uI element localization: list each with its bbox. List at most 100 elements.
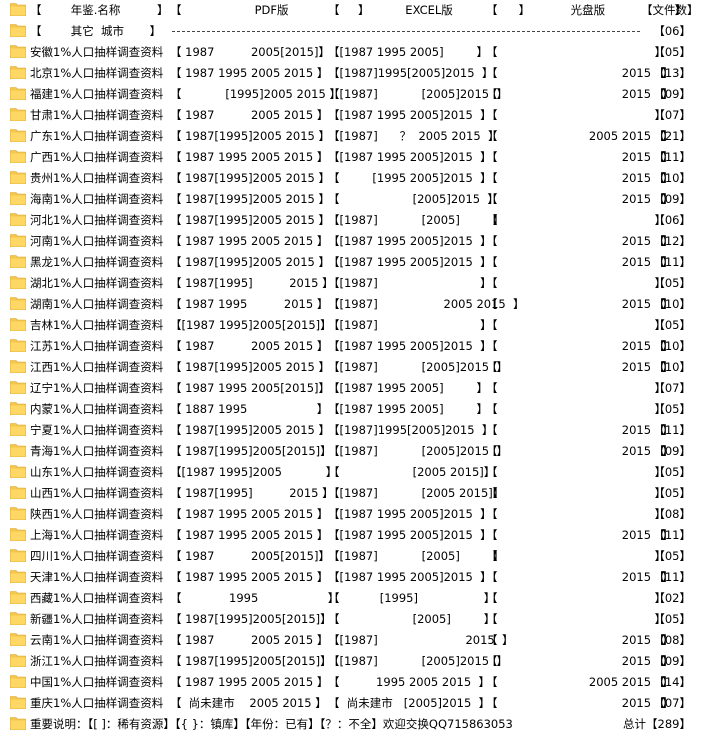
item-pdf: 【 1995 】 xyxy=(170,591,340,605)
list-item[interactable]: 广西1%人口抽样调查资料【 1987 1995 2005 2015 】【[198… xyxy=(0,147,704,168)
list-item[interactable]: 海南1%人口抽样调查资料【 1987[1995]2005 2015 】【 [20… xyxy=(0,189,704,210)
list-item[interactable]: 四川1%人口抽样调查资料【 1987 2005[2015]】 【[1987] [2… xyxy=(0,546,704,567)
item-excel: 【 [2005]2015 】 xyxy=(328,192,499,206)
item-excel: 【[1987] [2005]2015 】 xyxy=(328,87,508,101)
other-cities-label: 【 其它 城市 】 xyxy=(30,24,162,38)
item-count: 【08】 xyxy=(653,507,691,521)
list-item[interactable]: 上海1%人口抽样调查资料【 1987 1995 2005 2015 】【[198… xyxy=(0,525,704,546)
item-pdf: 【 1987 2005[2015]】 xyxy=(170,549,330,563)
item-name: 上海1%人口抽样调查资料 xyxy=(30,528,164,542)
list-item[interactable]: 湖北1%人口抽样调查资料【 1987[1995] 2015 】【[1987] 】… xyxy=(0,273,704,294)
item-pdf: 【 1987 2005[2015]】 xyxy=(170,45,330,59)
item-name: 西藏1%人口抽样调查资料 xyxy=(30,591,164,605)
item-name: 山东1%人口抽样调查资料 xyxy=(30,465,164,479)
folder-icon xyxy=(10,675,26,688)
list-item[interactable]: 北京1%人口抽样调查资料【 1987 1995 2005 2015 】【[198… xyxy=(0,63,704,84)
item-name: 黑龙1%人口抽样调查资料 xyxy=(30,255,164,269)
item-count: 【11】 xyxy=(653,570,691,584)
list-item[interactable]: 贵州1%人口抽样调查资料【 1987[1995]2005 2015 】【 [19… xyxy=(0,168,704,189)
list-item[interactable]: 陕西1%人口抽样调查资料【 1987 1995 2005 2015 】【[198… xyxy=(0,504,704,525)
folder-icon xyxy=(10,171,26,184)
list-item[interactable]: 重庆1%人口抽样调查资料【 尚未建市 2005 2015 】【 尚未建市 [20… xyxy=(0,693,704,714)
item-cd: 【 】 xyxy=(486,402,667,416)
item-pdf: 【 1987 1995 2005 2015 】 xyxy=(170,675,329,689)
folder-icon xyxy=(10,24,26,37)
list-item[interactable]: 山东1%人口抽样调查资料 【[1987 1995]2005 】【 [2005 20… xyxy=(0,462,704,483)
folder-icon xyxy=(10,528,26,541)
list-item[interactable]: 中国1%人口抽样调查资料【 1987 1995 2005 2015 】【 199… xyxy=(0,672,704,693)
list-item[interactable]: 广东1%人口抽样调查资料【 1987[1995]2005 2015 】【[198… xyxy=(0,126,704,147)
item-count: 【07】 xyxy=(653,108,691,122)
list-item[interactable]: 甘肃1%人口抽样调查资料【 1987 2005 2015 】【[1987 199… xyxy=(0,105,704,126)
item-pdf: 【 1987 2005 2015 】 xyxy=(170,339,329,353)
list-item[interactable]: 江西1%人口抽样调查资料【 1987[1995]2005 2015 】【[198… xyxy=(0,357,704,378)
list-item[interactable]: 山西1%人口抽样调查资料【 1987[1995] 2015 】【[1987] [… xyxy=(0,483,704,504)
list-item[interactable]: 江苏1%人口抽样调查资料【 1987 2005 2015 】【[1987 199… xyxy=(0,336,704,357)
item-excel: 【 1995 2005 2015 】 xyxy=(328,675,490,689)
list-item[interactable]: 宁夏1%人口抽样调查资料【 1987[1995]2005 2015 】【[198… xyxy=(0,420,704,441)
list-item[interactable]: 浙江1%人口抽样调查资料【 1987[1995]2005[2015]】 【[198… xyxy=(0,651,704,672)
item-excel: 【[1987 1995 2005] 】 xyxy=(328,402,488,416)
folder-icon xyxy=(10,87,26,100)
item-count: 【21】 xyxy=(653,129,691,143)
item-name: 福建1%人口抽样调查资料 xyxy=(30,87,164,101)
list-item[interactable]: 河南1%人口抽样调查资料【 1987 1995 2005 2015 】【[198… xyxy=(0,231,704,252)
item-name: 山西1%人口抽样调查资料 xyxy=(30,486,164,500)
item-pdf: 【 1987 1995 2005 2015 】 xyxy=(170,570,329,584)
list-item[interactable]: 西藏1%人口抽样调查资料【 1995 】【 [1995] 】【 】【02】 xyxy=(0,588,704,609)
item-excel: 【[1987] [2005] 】 xyxy=(328,549,505,563)
item-name: 广东1%人口抽样调查资料 xyxy=(30,129,164,143)
item-cd: 【 】 xyxy=(486,591,667,605)
list-item[interactable]: 吉林1%人口抽样调查资料 【[1987 1995]2005[2015]】 【[198… xyxy=(0,315,704,336)
list-item[interactable]: 新疆1%人口抽样调查资料【 1987[1995]2005[2015]】【 [20… xyxy=(0,609,704,630)
item-excel: 【[1987] 】 xyxy=(328,318,492,332)
other-cities-row[interactable]: 【 其它 城市 】 【06】 xyxy=(0,21,704,42)
item-count: 【11】 xyxy=(653,528,691,542)
item-excel: 【[1987] 】 xyxy=(328,276,492,290)
list-item[interactable]: 河北1%人口抽样调查资料【 1987[1995]2005 2015 】【[198… xyxy=(0,210,704,231)
item-cd: 【 】 xyxy=(486,276,667,290)
item-excel: 【 [2005] 】 xyxy=(328,612,496,626)
item-name: 吉林1%人口抽样调查资料 xyxy=(30,318,164,332)
list-item[interactable]: 内蒙1%人口抽样调查资料【 1887 1995 】【[1987 1995 200… xyxy=(0,399,704,420)
item-count: 【05】 xyxy=(653,486,691,500)
item-count: 【05】 xyxy=(653,45,691,59)
item-count: 【05】 xyxy=(653,402,691,416)
item-excel: 【[1987 1995 2005]2015 】 xyxy=(328,339,492,353)
item-pdf: 【 1987[1995]2005 2015 】 xyxy=(170,171,331,185)
item-excel: 【[1987] [2005]2015 】 xyxy=(328,654,508,668)
item-count: 【09】 xyxy=(653,654,691,668)
item-pdf: 【[1987 1995]2005[2015]】 xyxy=(170,318,332,332)
footer-total: 总计【289】 xyxy=(623,717,691,731)
item-count: 【09】 xyxy=(653,192,691,206)
item-count: 【05】 xyxy=(653,276,691,290)
item-name: 辽宁1%人口抽样调查资料 xyxy=(30,381,164,395)
list-item[interactable]: 辽宁1%人口抽样调查资料【 1987 1995 2005[2015]】 【[198… xyxy=(0,378,704,399)
list-item[interactable]: 云南1%人口抽样调查资料【 1987 2005 2015 】【[1987] 20… xyxy=(0,630,704,651)
list-item[interactable]: 安徽1%人口抽样调查资料【 1987 2005[2015]】 【[1987 199… xyxy=(0,42,704,63)
list-item[interactable]: 天津1%人口抽样调查资料【 1987 1995 2005 2015 】【[198… xyxy=(0,567,704,588)
folder-icon xyxy=(10,444,26,457)
list-item[interactable]: 青海1%人口抽样调查资料【 1987[1995]2005[2015]】 【[198… xyxy=(0,441,704,462)
item-excel: 【 [2005 2015]】 xyxy=(328,465,496,479)
folder-icon xyxy=(10,234,26,247)
item-cd: 【 】 xyxy=(486,108,667,122)
list-item[interactable]: 湖南1%人口抽样调查资料【 1987 1995 2015 】【[1987] 20… xyxy=(0,294,704,315)
folder-icon xyxy=(10,66,26,79)
item-cd: 【 】 xyxy=(486,507,667,521)
item-pdf: 【 1987 1995 2005 2015 】 xyxy=(170,150,329,164)
other-cities-count: 【06】 xyxy=(653,24,691,38)
item-cd: 【 】 xyxy=(486,381,667,395)
item-count: 【07】 xyxy=(653,381,691,395)
item-count: 【05】 xyxy=(653,318,691,332)
item-excel: 【[1987 1995 2005]2015 】 xyxy=(328,255,492,269)
item-name: 海南1%人口抽样调查资料 xyxy=(30,192,164,206)
folder-icon xyxy=(10,192,26,205)
item-pdf: 【 1987[1995]2005 2015 】 xyxy=(170,255,331,269)
list-item[interactable]: 福建1%人口抽样调查资料【 [1995]2005 2015 】【[1987] [… xyxy=(0,84,704,105)
item-pdf: 【[1987 1995]2005 】 xyxy=(170,465,338,479)
folder-icon xyxy=(10,297,26,310)
item-excel: 【[1987] [2005] 】 xyxy=(328,213,505,227)
list-item[interactable]: 黑龙1%人口抽样调查资料【 1987[1995]2005 2015 】【[198… xyxy=(0,252,704,273)
item-name: 新疆1%人口抽样调查资料 xyxy=(30,612,164,626)
